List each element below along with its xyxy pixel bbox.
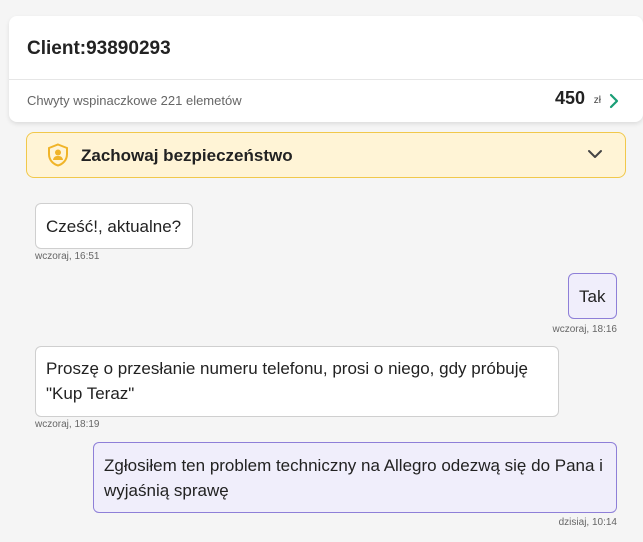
- message-text: Zgłosiłem ten problem techniczny na Alle…: [104, 456, 603, 500]
- conversation-header: Client:93890293 Chwyty wspinaczkowe 221 …: [9, 16, 643, 122]
- message-text: Proszę o przesłanie numeru telefonu, pro…: [46, 359, 528, 403]
- message-text: Cześć!, aktualne?: [46, 217, 182, 236]
- message-bubble-incoming: Proszę o przesłanie numeru telefonu, pro…: [35, 346, 559, 417]
- safety-banner[interactable]: Zachowaj bezpieczeństwo: [26, 132, 626, 178]
- message-text: Tak: [579, 287, 606, 306]
- message-timestamp: dzisiaj, 10:14: [558, 517, 617, 528]
- safety-title: Zachowaj bezpieczeństwo: [81, 146, 293, 165]
- shield-user-icon: [48, 143, 68, 167]
- message-timestamp: wczoraj, 18:19: [35, 419, 100, 430]
- offer-link[interactable]: Chwyty wspinaczkowe 221 elemetów 450 zł: [9, 80, 643, 122]
- chevron-down-icon[interactable]: [587, 147, 603, 161]
- offer-price: 450: [554, 88, 585, 108]
- message-bubble-outgoing: Zgłosiłem ten problem techniczny na Alle…: [93, 442, 617, 513]
- chevron-right-icon[interactable]: [607, 92, 621, 110]
- client-name: Client:93890293: [27, 38, 171, 59]
- message-timestamp: wczoraj, 16:51: [35, 251, 100, 262]
- message-timestamp: wczoraj, 18:16: [552, 324, 617, 335]
- message-bubble-outgoing: Tak: [568, 273, 617, 319]
- message-bubble-incoming: Cześć!, aktualne?: [35, 203, 193, 249]
- offer-currency: zł: [593, 95, 601, 106]
- offer-title: Chwyty wspinaczkowe 221 elemetów: [27, 93, 242, 108]
